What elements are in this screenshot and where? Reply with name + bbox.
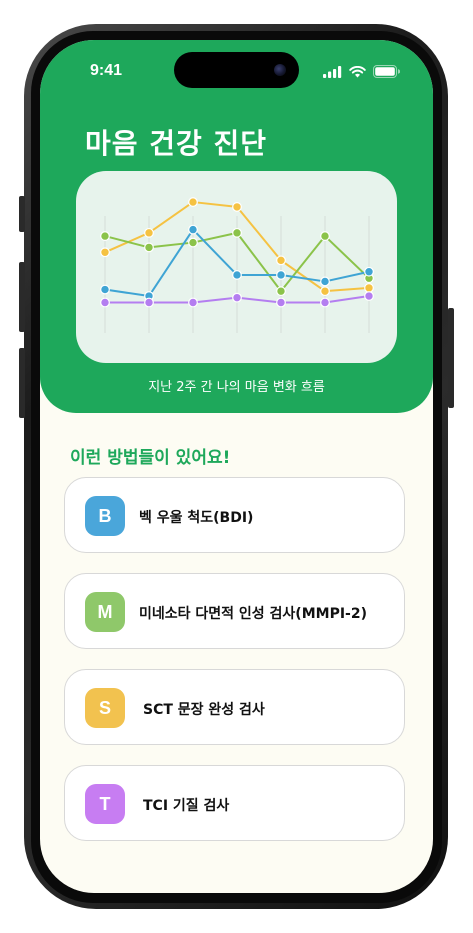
method-card-sct[interactable]: S SCT 문장 완성 검사 bbox=[64, 669, 405, 745]
chart-point bbox=[100, 247, 110, 258]
method-label: 벡 우울 척도(BDI) bbox=[139, 510, 254, 526]
chart-point bbox=[364, 283, 374, 293]
chart-point bbox=[276, 297, 286, 308]
method-card-tci[interactable]: T TCI 기질 검사 bbox=[64, 765, 405, 841]
method-badge: S bbox=[85, 688, 125, 728]
volume-up-button bbox=[19, 262, 25, 332]
chart-point bbox=[144, 297, 154, 308]
chart-point bbox=[320, 276, 330, 287]
wifi-icon bbox=[349, 65, 366, 77]
method-badge: T bbox=[85, 784, 125, 824]
chart-point bbox=[364, 266, 374, 277]
method-card-bdi[interactable]: B 벡 우울 척도(BDI) bbox=[64, 477, 405, 553]
method-card-mmpi[interactable]: M 미네소타 다면적 인성 검사(MMPI-2) bbox=[64, 573, 405, 649]
status-icons bbox=[323, 65, 400, 78]
chart-point bbox=[232, 270, 242, 280]
chart-point bbox=[320, 286, 330, 297]
screen: 9:41 마음 건강 진단 지난 2주 간 나의 마음 변화 흐름 이런 방법들… bbox=[40, 40, 433, 893]
status-time: 9:41 bbox=[90, 62, 123, 79]
chart-point bbox=[144, 242, 154, 253]
chart-point bbox=[100, 297, 110, 308]
chart-point bbox=[276, 286, 286, 297]
section-title: 이런 방법들이 있어요! bbox=[70, 448, 231, 468]
method-label: TCI 기질 검사 bbox=[143, 798, 230, 814]
volume-down-button bbox=[19, 348, 25, 418]
cellular-signal-icon bbox=[323, 65, 342, 78]
chart-point bbox=[232, 202, 242, 212]
chart-point bbox=[144, 227, 154, 238]
chart-point bbox=[276, 255, 286, 266]
action-button bbox=[19, 196, 25, 232]
chart-point bbox=[188, 237, 198, 248]
chart-point bbox=[188, 297, 198, 308]
chart-point bbox=[232, 292, 242, 303]
chart-point bbox=[232, 227, 242, 238]
chart-point bbox=[276, 270, 286, 280]
chart-point bbox=[188, 224, 198, 235]
method-label: SCT 문장 완성 검사 bbox=[143, 702, 265, 718]
chart-point bbox=[320, 231, 330, 241]
method-badge: M bbox=[85, 592, 125, 632]
header: 9:41 마음 건강 진단 지난 2주 간 나의 마음 변화 흐름 bbox=[40, 40, 433, 413]
method-badge: B bbox=[85, 496, 125, 536]
chart-point bbox=[188, 197, 198, 207]
camera-icon bbox=[274, 64, 286, 76]
chart-caption: 지난 2주 간 나의 마음 변화 흐름 bbox=[148, 380, 325, 395]
battery-icon bbox=[373, 65, 400, 78]
chart-point bbox=[100, 231, 110, 241]
chart-point bbox=[364, 291, 374, 301]
page-title: 마음 건강 진단 bbox=[85, 127, 268, 160]
method-label: 미네소타 다면적 인성 검사(MMPI-2) bbox=[139, 606, 367, 622]
chart-svg bbox=[100, 197, 374, 333]
power-button bbox=[448, 308, 454, 408]
chart-point bbox=[320, 297, 330, 308]
mood-trend-chart bbox=[76, 171, 397, 363]
chart-point bbox=[100, 284, 110, 295]
